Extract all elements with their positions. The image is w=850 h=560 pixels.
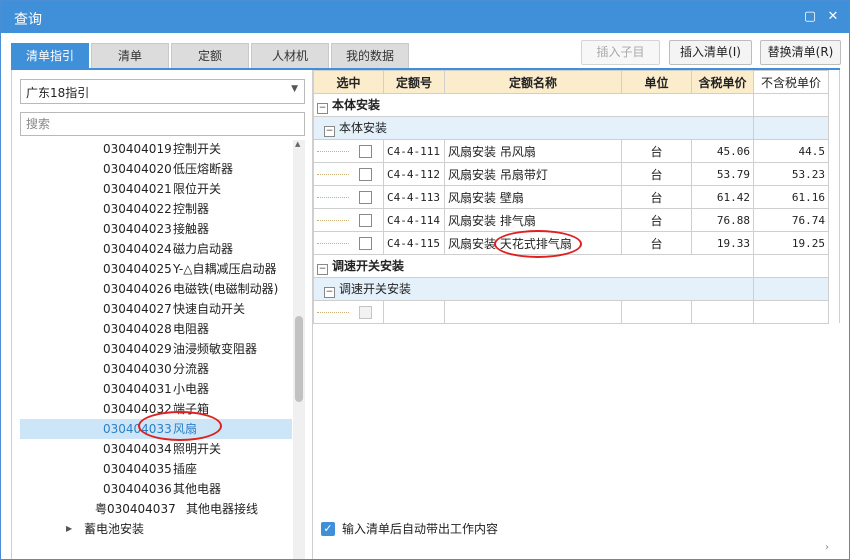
insert-child-button[interactable]: 插入子目 [581,40,660,65]
dropdown-arrow-icon: ▼ [291,84,298,94]
col-price-with-tax[interactable]: 含税单价 [691,70,754,94]
collapse-icon[interactable]: − [324,126,335,137]
col-quota-name[interactable]: 定额名称 [444,70,622,94]
query-dialog: 查询 ▢ ✕ 清单指引 清单 定额 人材机 我的数据 插入子目 插入清单(I) … [0,0,850,560]
collapse-icon[interactable]: − [324,287,335,298]
tree-item[interactable]: 030404022 控制器 [20,199,292,219]
table-row[interactable]: C4-4-112 风扇安装 吊扇带灯 台 53.79 53.23 [313,162,829,186]
grid-header-row: 选中 定额号 定额名称 单位 含税单价 不含税单价 [313,70,829,94]
tab-labor-material-machine[interactable]: 人材机 [251,43,329,69]
group-row-speed-switch[interactable]: − 调速开关安装 [313,254,829,278]
tree-item[interactable]: 030404032 端子箱 [20,399,292,419]
auto-fill-checkbox[interactable]: ✓ [321,522,335,536]
guide-tree: 030404019 控制开关 030404020 低压熔断器 030404021 限位… [20,139,292,559]
row-checkbox[interactable] [359,145,372,158]
table-row-empty[interactable] [313,300,829,324]
search-input[interactable] [20,112,305,136]
tree-item[interactable]: 030404036 其他电器 [20,479,292,499]
table-row[interactable]: C4-4-113 风扇安装 壁扇 台 61.42 61.16 [313,185,829,209]
region-select[interactable]: 广东18指引 ▼ [20,79,305,104]
tree-item[interactable]: 030404026 电磁铁(电磁制动器) [20,279,292,299]
col-unit[interactable]: 单位 [621,70,692,94]
tree-item[interactable]: 030404027 快速自动开关 [20,299,292,319]
caret-right-icon[interactable]: ▶ [66,519,72,539]
region-select-value: 广东18指引 [26,86,90,100]
col-quota-code[interactable]: 定额号 [383,70,445,94]
tree-item[interactable]: 030404024 磁力启动器 [20,239,292,259]
replace-list-button[interactable]: 替换清单(R) [760,40,841,65]
restore-icon[interactable]: ▢ [801,8,819,26]
tree-item[interactable]: 030404031 小电器 [20,379,292,399]
tree-item[interactable]: 030404021 限位开关 [20,179,292,199]
tab-list[interactable]: 清单 [91,43,169,69]
tab-quota[interactable]: 定额 [171,43,249,69]
tab-list-guide[interactable]: 清单指引 [11,43,89,69]
scroll-up-icon[interactable]: ▲ [295,140,300,148]
group-row-body-install[interactable]: − 本体安装 [313,93,829,117]
insert-list-button[interactable]: 插入清单(I) [669,40,752,65]
group-label: 本体安装 [332,98,381,112]
tree-scrollbar[interactable]: ▲ [293,140,305,559]
col-select[interactable]: 选中 [313,70,384,94]
group-label: 调速开关安装 [332,259,405,273]
table-row[interactable]: C4-4-114 风扇安装 排气扇 台 76.88 76.74 [313,208,829,232]
col-price-without-tax[interactable]: 不含税单价 [753,70,829,94]
row-checkbox[interactable] [359,191,372,204]
subgroup-label: 调速开关安装 [339,282,412,296]
collapse-icon[interactable]: − [317,103,328,114]
guide-panel: 广东18指引 ▼ 030404019控制开关 030404020低压熔断器 03… [11,70,313,559]
row-checkbox-disabled[interactable] [359,306,372,319]
tree-item-selected[interactable]: 030404033 风扇 [20,419,292,439]
tab-my-data[interactable]: 我的数据 [331,43,409,69]
title-bar: 查询 ▢ ✕ [1,1,849,33]
window-title: 查询 [14,12,42,28]
table-row[interactable]: C4-4-111 风扇安装 吊风扇 台 45.06 44.5 [313,139,829,163]
row-checkbox[interactable] [359,237,372,250]
tree-item[interactable]: 030404035 插座 [20,459,292,479]
tree-group-battery[interactable]: ▶ 蓄电池安装 [20,519,292,539]
subgroup-row-body-install[interactable]: − 本体安装 [313,116,829,140]
tree-item[interactable]: 030404025 Y-△自耦减压启动器 [20,259,292,279]
quota-grid: 选中 定额号 定额名称 单位 含税单价 不含税单价 − 本体安装 − 本体安装 C4… [313,70,829,324]
auto-fill-label: 输入清单后自动带出工作内容 [342,522,499,536]
table-row[interactable]: C4-4-115 风扇安装 天花式排气扇 台 19.33 19.25 [313,231,829,255]
subgroup-row-speed-switch[interactable]: − 调速开关安装 [313,277,829,301]
scrollbar-thumb[interactable] [295,316,303,402]
tree-item[interactable]: 030404034 照明开关 [20,439,292,459]
quota-grid-panel: 选中 定额号 定额名称 单位 含税单价 不含税单价 − 本体安装 − 本体安装 C4… [313,70,840,324]
tree-item[interactable]: 030404028 电阻器 [20,319,292,339]
subgroup-label: 本体安装 [339,121,388,135]
tree-item[interactable]: 030404020 低压熔断器 [20,159,292,179]
tree-item[interactable]: 030404023 接触器 [20,219,292,239]
tree-item[interactable]: 030404019 控制开关 [20,139,292,159]
tree-item[interactable]: 030404030 分流器 [20,359,292,379]
row-checkbox[interactable] [359,168,372,181]
tree-item[interactable]: 030404029 油浸频敏变阻器 [20,339,292,359]
collapse-icon[interactable]: − [317,264,328,275]
row-checkbox[interactable] [359,214,372,227]
scroll-right-icon[interactable]: › [825,542,839,556]
tree-item[interactable]: 粤030404037 其他电器接线 [20,499,292,519]
close-icon[interactable]: ✕ [824,8,842,26]
